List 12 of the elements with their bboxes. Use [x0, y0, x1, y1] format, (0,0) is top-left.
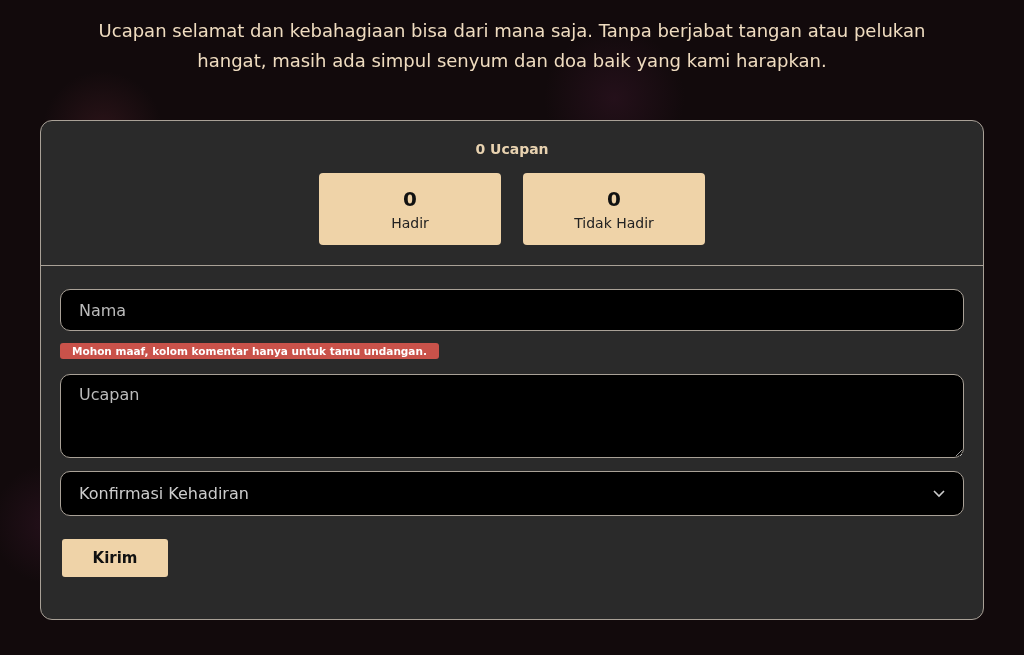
- intro-text: Ucapan selamat dan kebahagiaan bisa dari mana saja. Tanpa berjabat tangan atau pelukan hangat, masih ada simpul senyum dan doa baik yang kami harapkan.: [97, 19, 927, 73]
- wish-count: 0 Ucapan: [475, 141, 549, 157]
- stat-label: Hadir: [391, 215, 429, 231]
- stat-value: 0: [403, 187, 417, 211]
- name-field[interactable]: Nama: [60, 289, 964, 331]
- message-field[interactable]: Ucapan: [60, 374, 964, 458]
- stat-label: Tidak Hadir: [574, 215, 654, 231]
- error-message: Mohon maaf, kolom komentar hanya untuk tamu undangan.: [60, 343, 439, 359]
- attendance-select[interactable]: Konfirmasi Kehadiran: [60, 471, 964, 516]
- stat-value: 0: [607, 187, 621, 211]
- submit-button[interactable]: Kirim: [62, 539, 168, 577]
- chevron-down-icon: [933, 489, 945, 498]
